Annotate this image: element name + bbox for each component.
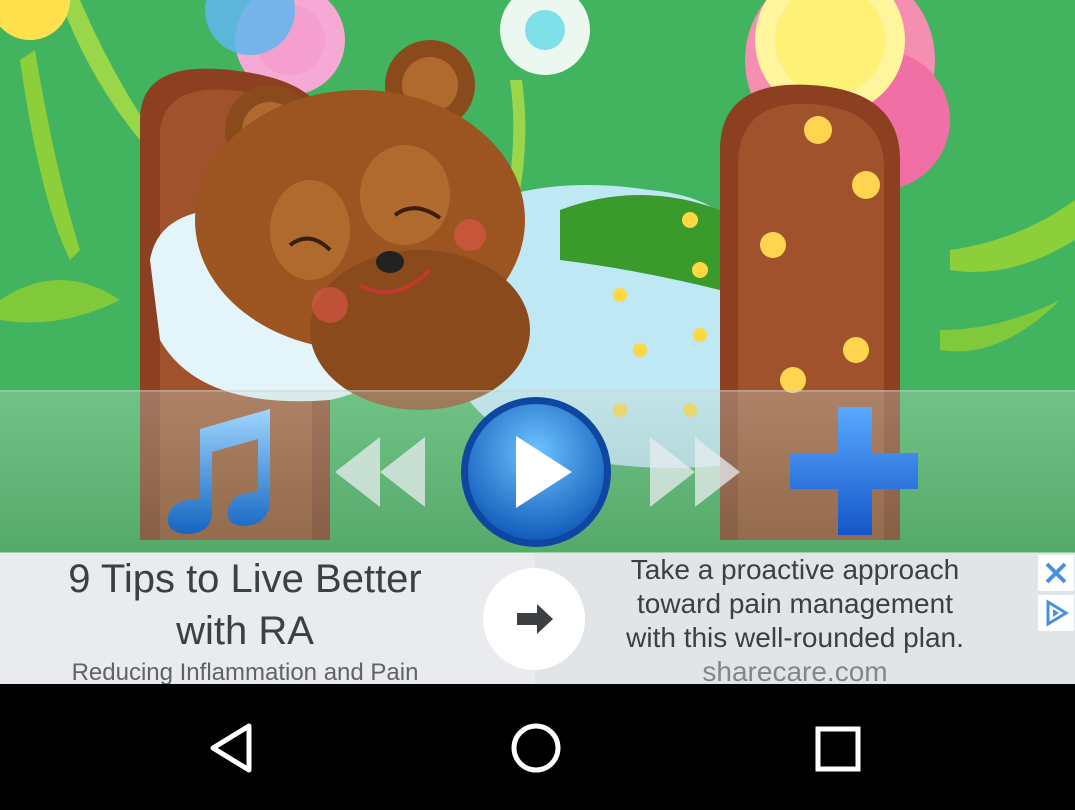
ad-body-line1: Take a proactive approach bbox=[630, 554, 960, 585]
play-icon bbox=[461, 397, 611, 547]
home-circle-icon bbox=[511, 723, 561, 773]
adchoices-icon bbox=[1046, 599, 1069, 627]
ad-body-line3: with this well-rounded plan. bbox=[626, 622, 964, 653]
ad-close-button[interactable] bbox=[1038, 555, 1074, 591]
rewind-button[interactable] bbox=[330, 432, 430, 512]
plus-icon bbox=[790, 407, 918, 535]
playlist-button[interactable] bbox=[160, 404, 285, 534]
back-button[interactable] bbox=[207, 722, 259, 774]
ad-headline-line1: 9 Tips to Live Better bbox=[68, 557, 422, 601]
back-triangle-icon bbox=[210, 723, 252, 773]
home-button[interactable] bbox=[508, 720, 564, 776]
ad-headline-line2: with RA bbox=[176, 609, 314, 653]
close-icon bbox=[1045, 562, 1067, 584]
player-controls bbox=[0, 390, 1075, 554]
ad-body-line2: toward pain management bbox=[637, 588, 953, 619]
ad-banner[interactable]: 9 Tips to Live Better with RA Reducing I… bbox=[0, 553, 1075, 684]
music-note-icon bbox=[167, 409, 270, 534]
ad-choices-button[interactable] bbox=[1038, 595, 1074, 631]
recents-button[interactable] bbox=[813, 724, 863, 774]
ad-headline-subtext: Reducing Inflammation and Pain bbox=[71, 659, 419, 684]
recents-square-icon bbox=[815, 726, 861, 772]
fast-forward-button[interactable] bbox=[645, 432, 745, 512]
system-navigation-bar bbox=[0, 684, 1075, 810]
rewind-icon bbox=[335, 437, 425, 507]
fast-forward-icon bbox=[650, 437, 740, 507]
ad-domain[interactable]: sharecare.com bbox=[540, 655, 1050, 684]
add-button[interactable] bbox=[790, 407, 920, 535]
play-button[interactable] bbox=[458, 394, 614, 550]
